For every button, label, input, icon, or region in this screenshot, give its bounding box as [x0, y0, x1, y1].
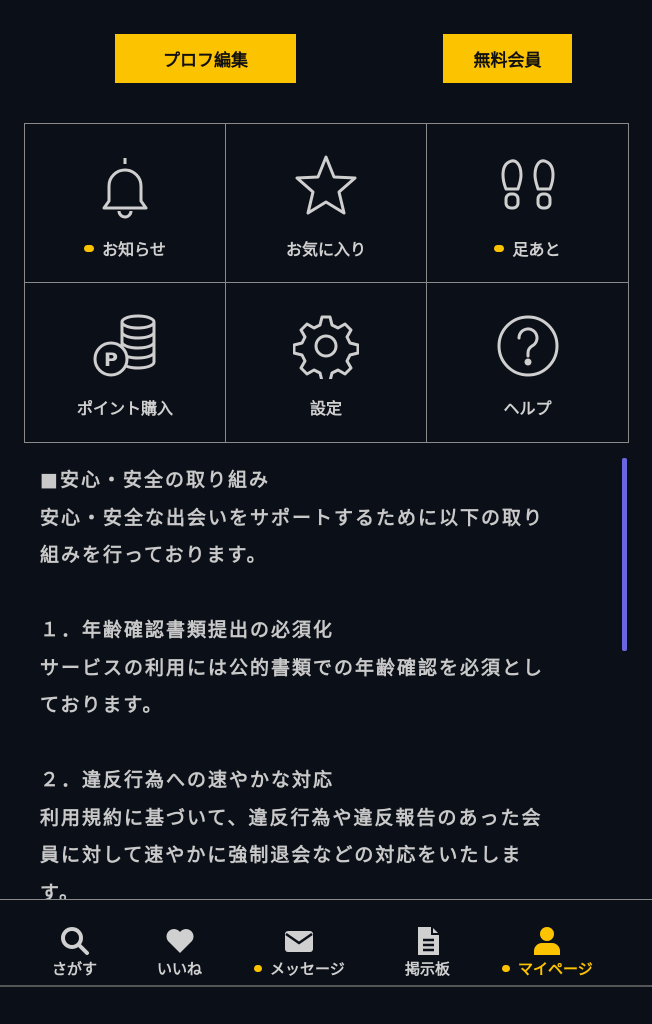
menu-label: 足あと	[494, 236, 561, 260]
heart-icon	[166, 929, 193, 953]
bottom-nav: さがす いいね メッセージ 掲示板 マイページ	[0, 899, 652, 1024]
safety-info: ■安心・安全の取り組み 安心・安全な出会いをサポートするために以下の取り 組みを…	[40, 462, 625, 912]
safety-intro-line: 安心・安全な出会いをサポートするために以下の取り	[40, 506, 545, 529]
menu-label: 設定	[310, 395, 342, 419]
unread-dot	[84, 244, 95, 252]
svg-text:P: P	[104, 349, 118, 371]
safety-item-title: １．年齢確認書類提出の必須化	[40, 619, 335, 641]
nav-label: いいね	[157, 958, 202, 979]
edit-profile-button[interactable]: プロフ編集	[115, 34, 296, 83]
nav-label: さがす	[52, 958, 97, 979]
unread-dot	[502, 965, 510, 972]
safety-item-body: 員に対して速やかに強制退会などの対応をいたしま	[40, 844, 523, 866]
menu-item-footprints-label: 足あと	[512, 240, 561, 259]
menu-label: お気に入り	[286, 236, 366, 260]
menu-item-footprints[interactable]: 足あと	[427, 124, 628, 283]
nav-label: メッセージ	[254, 958, 345, 979]
safety-item-body: サービスの利用には公的書類での年齢確認を必須とし	[40, 656, 545, 679]
menu-item-settings[interactable]: 設定	[226, 283, 427, 442]
nav-messages-label: メッセージ	[270, 960, 345, 978]
nav-board[interactable]: 掲示板	[405, 926, 450, 979]
nav-messages[interactable]: メッセージ	[254, 926, 345, 979]
nav-board-label: 掲示板	[405, 960, 451, 978]
menu-item-notifications-label: お知らせ	[102, 240, 166, 259]
safety-item-body: ております。	[40, 694, 164, 716]
unread-dot	[254, 965, 262, 972]
menu-label: ポイント購入	[77, 395, 173, 419]
menu-item-favorites-label: お気に入り	[285, 240, 366, 259]
footprints-icon	[501, 159, 554, 210]
nav-search-label: さがす	[52, 960, 98, 978]
unread-dot	[494, 244, 505, 252]
star-icon	[295, 155, 357, 215]
scrollbar[interactable]	[622, 458, 627, 651]
menu-item-help-label: ヘルプ	[503, 399, 552, 418]
membership-button[interactable]: 無料会員	[443, 34, 572, 83]
safety-item-body: 利用規約に基づいて、違反行為や違反報告のあった会	[40, 806, 543, 829]
top-buttons: プロフ編集 無料会員	[0, 34, 652, 84]
nav-likes[interactable]: いいね	[157, 926, 202, 979]
search-icon	[60, 927, 89, 955]
divider	[0, 985, 652, 987]
gear-icon	[293, 315, 359, 379]
menu-item-buy-points-label: ポイント購入	[76, 399, 173, 418]
help-icon	[497, 315, 558, 377]
menu-label: ヘルプ	[503, 395, 551, 419]
nav-label: 掲示板	[405, 958, 450, 979]
nav-label: マイページ	[502, 958, 593, 979]
menu-item-notifications[interactable]: お知らせ	[25, 124, 226, 283]
nav-mypage-label: マイページ	[518, 960, 593, 978]
envelope-icon	[285, 931, 314, 952]
nav-search[interactable]: さがす	[52, 926, 97, 979]
menu-item-help[interactable]: ヘルプ	[427, 283, 628, 442]
nav-likes-label: いいね	[157, 960, 203, 978]
user-icon	[534, 927, 561, 955]
safety-intro-line: 組みを行っております。	[40, 544, 268, 566]
document-icon	[417, 927, 439, 955]
coins-icon: P	[93, 314, 156, 377]
menu-label: お知らせ	[84, 236, 166, 260]
safety-item-title: ２．違反行為への速やかな対応	[40, 769, 335, 791]
nav-mypage[interactable]: マイページ	[502, 926, 593, 979]
safety-heading: ■安心・安全の取り組み	[40, 469, 270, 491]
menu-item-favorites[interactable]: お気に入り	[226, 124, 427, 283]
menu-grid: お知らせ お気に入り 足あと P ポイント購入 設定 ヘルプ	[24, 123, 629, 443]
menu-item-buy-points[interactable]: P ポイント購入	[25, 283, 226, 442]
menu-item-settings-label: 設定	[309, 399, 342, 418]
bell-icon	[102, 158, 148, 219]
